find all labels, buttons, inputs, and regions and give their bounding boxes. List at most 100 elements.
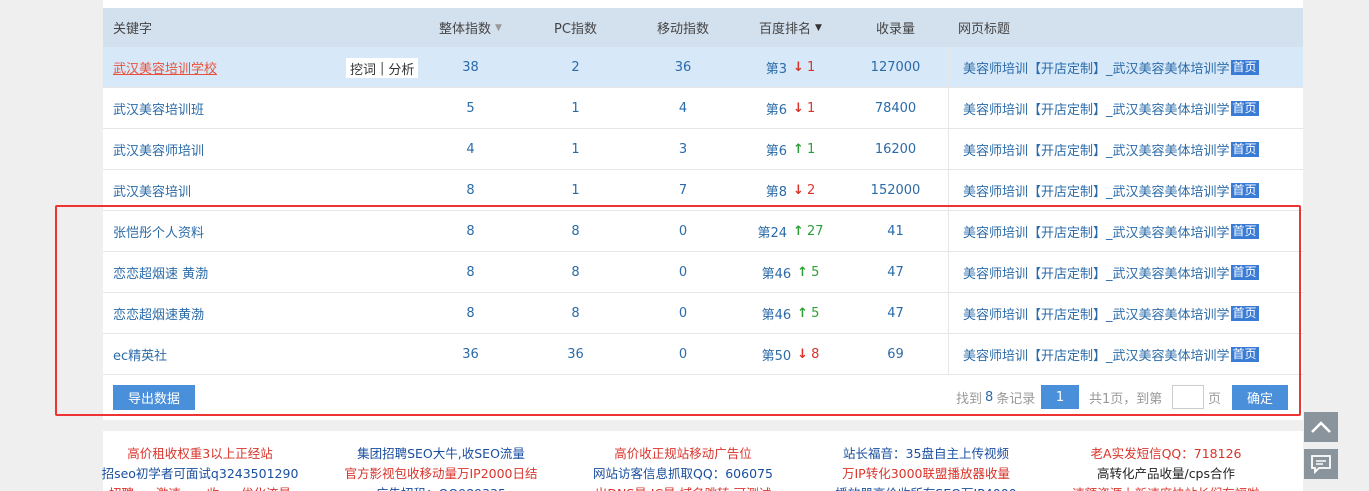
ad-link[interactable]: 速额资源上新速度快站长们有福啦 <box>1072 483 1260 491</box>
page-title-link[interactable]: 美容师培训【开店定制】_武汉美容美体培训学 <box>963 99 1230 118</box>
page-title-link[interactable]: 美容师培训【开店定制】_武汉美容美体培训学 <box>963 222 1230 241</box>
keyword-link[interactable]: ec精英社 <box>113 345 167 364</box>
overall-cell: 8 <box>466 182 475 198</box>
ad-link[interactable]: 出DNS量 JC量 域名跳转 可测试 <box>595 483 771 491</box>
mobile-cell: 3 <box>678 141 688 157</box>
ad-link[interactable]: 招seo初学者可面试q3243501290 <box>102 463 299 482</box>
page-title-cell[interactable]: 美容师培训【开店定制】_武汉美容美体培训学 首页 <box>963 293 1259 333</box>
header-page-title: 网页标题 <box>958 22 1011 37</box>
pc-cell: 8 <box>571 264 580 280</box>
header-mobile-index[interactable]: 移动指数 <box>628 8 738 47</box>
keyword-cell[interactable]: 武汉美容培训班 <box>113 88 204 128</box>
ad-link[interactable]: 高转化产品收量/cps合作 <box>1097 463 1235 482</box>
ad-link[interactable]: 集团招聘SEO大牛,收SEO流量 <box>357 443 525 462</box>
ad-link[interactable]: 官方影视包收移动量万IP2000日结 <box>344 463 537 482</box>
total-pages-label: 共1页，到第 <box>1089 392 1163 407</box>
keyword-link[interactable]: 恋恋超烟速黄渤 <box>113 304 204 323</box>
header-overall-index[interactable]: 整体指数 ▼ <box>418 8 523 47</box>
page-title-link[interactable]: 美容师培训【开店定制】_武汉美容美体培训学 <box>963 263 1230 282</box>
rank-cell: 第3 ↓ 1 <box>765 59 816 77</box>
page-title-link[interactable]: 美容师培训【开店定制】_武汉美容美体培训学 <box>963 181 1230 200</box>
indexed-cell: 69 <box>887 346 904 362</box>
page-title-link[interactable]: 美容师培训【开店定制】_武汉美容美体培训学 <box>963 140 1230 159</box>
chat-icon <box>1311 455 1331 474</box>
mobile-cell: 0 <box>678 264 688 280</box>
keyword-cell[interactable]: 恋恋超烟速 黄渤 <box>113 252 208 292</box>
sort-icon: ▼ <box>495 22 502 33</box>
header-pc-index[interactable]: PC指数 <box>523 8 628 47</box>
arrow-down-icon: ↓ <box>793 100 804 116</box>
rank-cell: 第24 ↑ 27 <box>757 223 824 241</box>
pc-cell: 1 <box>571 141 580 157</box>
table-row: 武汉美容培训 8 1 7 152000 第8 ↓ 2 美容师培训【开店定制】_武汉美容美体培训学… <box>103 170 1303 211</box>
arrow-up-icon: ↑ <box>797 264 809 280</box>
mobile-cell: 0 <box>678 305 688 321</box>
column-divider <box>948 252 949 292</box>
keyword-cell[interactable]: 恋恋超烟速黄渤 <box>113 293 204 333</box>
feedback-button[interactable] <box>1304 449 1338 479</box>
ad-link[interactable]: 网站访客信息抓取QQ：606075 <box>593 463 773 482</box>
ad-link[interactable]: 站长福音：35盘自主上传视频 <box>843 443 1009 462</box>
sort-icon: ▼ <box>815 22 822 33</box>
column-divider <box>948 334 949 374</box>
keyword-link[interactable]: 武汉美容培训 <box>113 181 191 200</box>
pc-cell: 8 <box>571 223 580 239</box>
page-title-link[interactable]: 美容师培训【开店定制】_武汉美容美体培训学 <box>963 58 1230 77</box>
homepage-badge: 首页 <box>1230 141 1259 157</box>
keyword-cell[interactable]: 张恺彤个人资料 <box>113 211 204 251</box>
page-title-link[interactable]: 美容师培训【开店定制】_武汉美容美体培训学 <box>963 345 1230 364</box>
table-row: 武汉美容师培训 4 1 3 16200 第6 ↑ 1 美容师培训【开店定制】_武汉美容美体培训学… <box>103 129 1303 170</box>
page-title-link[interactable]: 美容师培训【开店定制】_武汉美容美体培训学 <box>963 304 1230 323</box>
keyword-cell[interactable]: 武汉美容培训学校 <box>113 47 217 87</box>
page-title-cell[interactable]: 美容师培训【开店定制】_武汉美容美体培训学 首页 <box>963 252 1259 292</box>
header-keyword: 关键字 <box>113 22 153 37</box>
keyword-cell[interactable]: ec精英社 <box>113 334 167 374</box>
table-row: 恋恋超烟速黄渤 8 8 0 47 第46 ↑ 5 美容师培训【开店定制】_武汉美容美体培训学 首页 <box>103 293 1303 334</box>
page-title-cell[interactable]: 美容师培训【开店定制】_武汉美容美体培训学 首页 <box>963 334 1259 374</box>
arrow-up-icon: ↑ <box>797 305 809 321</box>
back-to-top-button[interactable] <box>1304 412 1338 442</box>
page-title-cell[interactable]: 美容师培训【开店定制】_武汉美容美体培训学 首页 <box>963 47 1259 87</box>
dig-words-link[interactable]: 挖词 <box>350 59 376 78</box>
ad-link[interactable]: 播放器高价收所有SEO万IP4000 <box>835 483 1016 491</box>
column-divider <box>948 88 949 128</box>
homepage-badge: 首页 <box>1230 182 1259 198</box>
keyword-link[interactable]: 武汉美容培训学校 <box>113 58 217 77</box>
goto-page-input[interactable] <box>1172 385 1204 409</box>
keyword-link[interactable]: 武汉美容培训班 <box>113 99 204 118</box>
indexed-cell: 47 <box>887 305 904 321</box>
overall-cell: 8 <box>466 264 475 280</box>
page-title-cell[interactable]: 美容师培训【开店定制】_武汉美容美体培训学 首页 <box>963 170 1259 210</box>
header-baidu-rank[interactable]: 百度排名 ▼ <box>738 8 843 47</box>
keyword-link[interactable]: 武汉美容师培训 <box>113 140 204 159</box>
analyze-link[interactable]: 分析 <box>388 59 414 78</box>
mobile-cell: 0 <box>678 223 688 239</box>
keyword-cell[interactable]: 武汉美容培训 <box>113 170 191 210</box>
indexed-cell: 152000 <box>870 182 921 198</box>
table-header: 关键字 整体指数 ▼ PC指数 移动指数 百度排名 ▼ 收录量 网页标题 <box>103 8 1303 47</box>
pc-cell: 1 <box>571 100 580 116</box>
export-data-button[interactable]: 导出数据 <box>113 385 195 410</box>
ad-link[interactable]: 广告招租：QQ989335 <box>376 483 506 491</box>
ad-link[interactable]: 万IP转化3000联盟播放器收量 <box>842 463 1010 482</box>
ad-link[interactable]: 高价租收权重3以上正经站 <box>127 443 272 462</box>
homepage-badge: 首页 <box>1230 59 1259 75</box>
mobile-cell: 7 <box>678 182 688 198</box>
page-number-button[interactable]: 1 <box>1041 385 1079 409</box>
record-count: 找到 8 条记录 <box>956 390 1036 407</box>
keyword-link[interactable]: 张恺彤个人资料 <box>113 222 204 241</box>
keyword-link[interactable]: 恋恋超烟速 黄渤 <box>113 263 208 282</box>
header-indexed[interactable]: 收录量 <box>843 8 948 47</box>
page-title-cell[interactable]: 美容师培训【开店定制】_武汉美容美体培训学 首页 <box>963 129 1259 169</box>
page-title-cell[interactable]: 美容师培训【开店定制】_武汉美容美体培训学 首页 <box>963 88 1259 128</box>
ad-link[interactable]: 招聘seo激速seo 收seo优化流量 <box>109 483 291 491</box>
keyword-cell[interactable]: 武汉美容师培训 <box>113 129 204 169</box>
page-title-cell[interactable]: 美容师培训【开店定制】_武汉美容美体培训学 首页 <box>963 211 1259 251</box>
ad-link[interactable]: 高价收正规站移动广告位 <box>614 443 752 462</box>
homepage-badge: 首页 <box>1230 223 1259 239</box>
confirm-button[interactable]: 确定 <box>1232 385 1288 410</box>
pc-cell: 1 <box>571 182 580 198</box>
rank-cell: 第46 ↑ 5 <box>761 305 820 323</box>
ad-link[interactable]: 老A实发短信QQ：718126 <box>1091 443 1242 462</box>
column-divider <box>948 129 949 169</box>
